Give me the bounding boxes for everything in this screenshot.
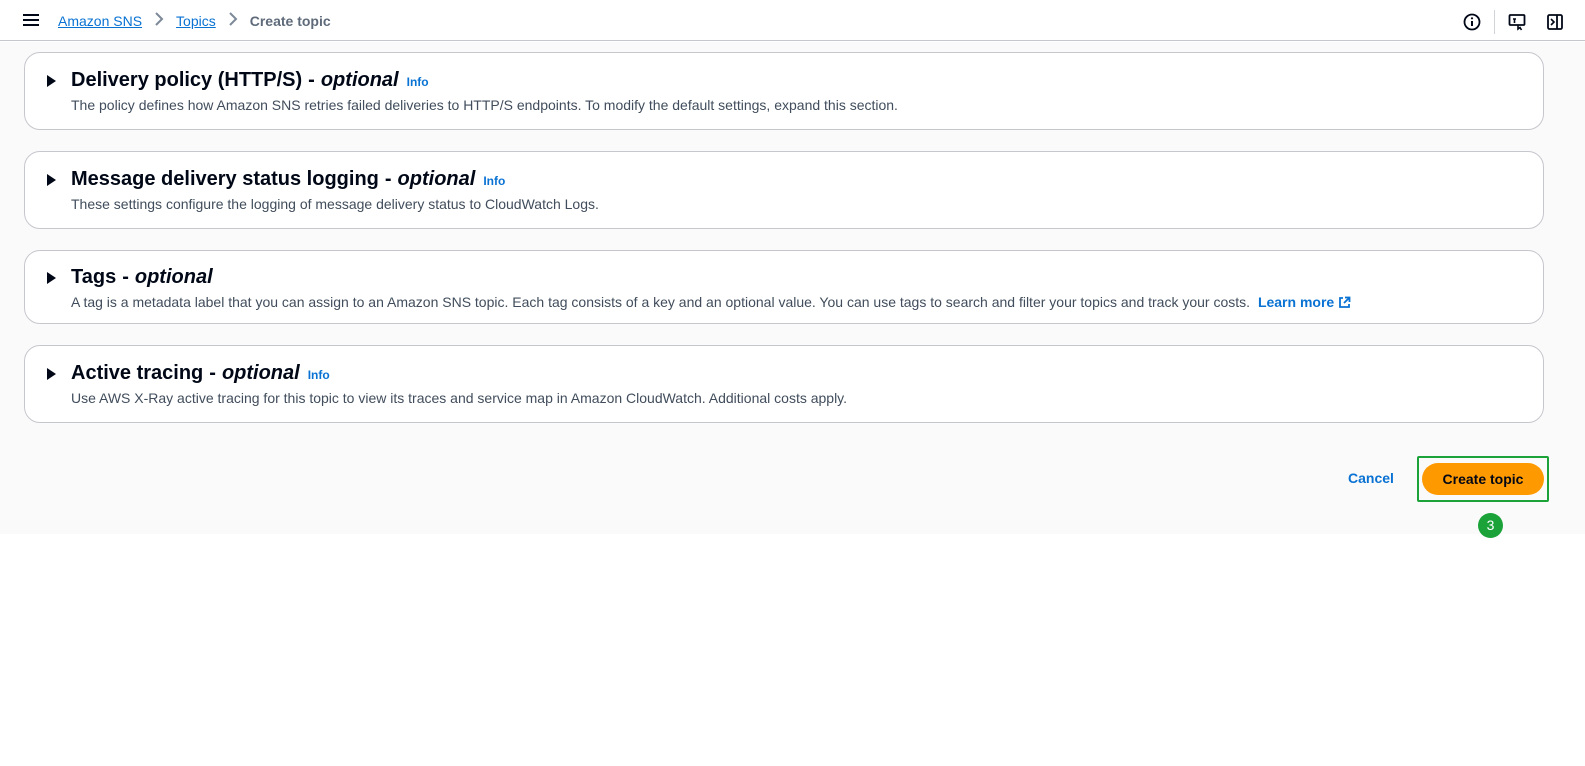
panel-header[interactable]: Tags - optional	[71, 266, 213, 289]
breadcrumb: Amazon SNS Topics Create topic	[58, 12, 331, 29]
separator: -	[308, 69, 315, 91]
menu-icon[interactable]	[22, 12, 40, 28]
panel-description: These settings configure the logging of …	[71, 196, 599, 212]
create-topic-button[interactable]: Create topic	[1422, 463, 1544, 495]
panel-title: Delivery policy (HTTP/S)	[71, 69, 303, 91]
step-badge: 3	[1478, 513, 1503, 538]
cancel-button[interactable]: Cancel	[1348, 470, 1394, 486]
breadcrumb-topics[interactable]: Topics	[176, 13, 216, 29]
active-tracing-panel[interactable]: Active tracing - optional Info Use AWS X…	[24, 345, 1544, 423]
delivery-policy-panel[interactable]: Delivery policy (HTTP/S) - optional Info…	[24, 52, 1544, 130]
divider	[1494, 10, 1495, 34]
panel-title: Active tracing	[71, 362, 204, 384]
panel-title: Tags	[71, 266, 117, 288]
optional-label: optional	[221, 362, 300, 384]
breadcrumb-amazon-sns[interactable]: Amazon SNS	[58, 13, 142, 29]
panel-description-row: A tag is a metadata label that you can a…	[71, 294, 1351, 312]
separator: -	[122, 266, 129, 288]
tags-panel[interactable]: Tags - optional A tag is a metadata labe…	[24, 250, 1544, 324]
learn-more-link[interactable]: Learn more	[1258, 294, 1351, 310]
info-link[interactable]: Info	[483, 174, 505, 188]
caret-right-icon[interactable]	[47, 272, 56, 284]
info-link[interactable]: Info	[308, 368, 330, 382]
delivery-status-logging-panel[interactable]: Message delivery status logging - option…	[24, 151, 1544, 229]
optional-label: optional	[134, 266, 213, 288]
info-link[interactable]: Info	[407, 75, 429, 89]
learn-more-label: Learn more	[1257, 294, 1335, 310]
caret-right-icon[interactable]	[47, 174, 56, 186]
panel-description: Use AWS X-Ray active tracing for this to…	[71, 390, 848, 406]
panel-header[interactable]: Active tracing - optional Info	[71, 362, 330, 385]
separator: -	[209, 362, 216, 384]
external-link-icon	[1338, 296, 1351, 312]
chevron-right-icon	[154, 12, 164, 29]
breadcrumb-current-page: Create topic	[249, 12, 331, 29]
panel-header[interactable]: Delivery policy (HTTP/S) - optional Info	[71, 69, 429, 92]
panel-description: The policy defines how Amazon SNS retrie…	[71, 97, 898, 113]
top-icons	[1462, 10, 1565, 34]
separator: -	[384, 168, 392, 190]
top-navigation-bar: Amazon SNS Topics Create topic	[0, 0, 1585, 41]
panel-title: Message delivery status logging	[71, 168, 379, 190]
main-content: Delivery policy (HTTP/S) - optional Info…	[0, 42, 1585, 534]
info-icon[interactable]	[1462, 12, 1482, 32]
panel-header[interactable]: Message delivery status logging - option…	[71, 168, 505, 191]
chevron-right-icon	[228, 12, 238, 29]
optional-label: optional	[320, 69, 399, 91]
caret-right-icon[interactable]	[47, 75, 56, 87]
optional-label: optional	[397, 168, 476, 190]
side-panel-icon[interactable]	[1545, 12, 1565, 32]
panel-description: A tag is a metadata label that you can a…	[71, 294, 1251, 310]
tutorial-panel-icon[interactable]	[1507, 12, 1527, 32]
caret-right-icon[interactable]	[47, 368, 56, 380]
